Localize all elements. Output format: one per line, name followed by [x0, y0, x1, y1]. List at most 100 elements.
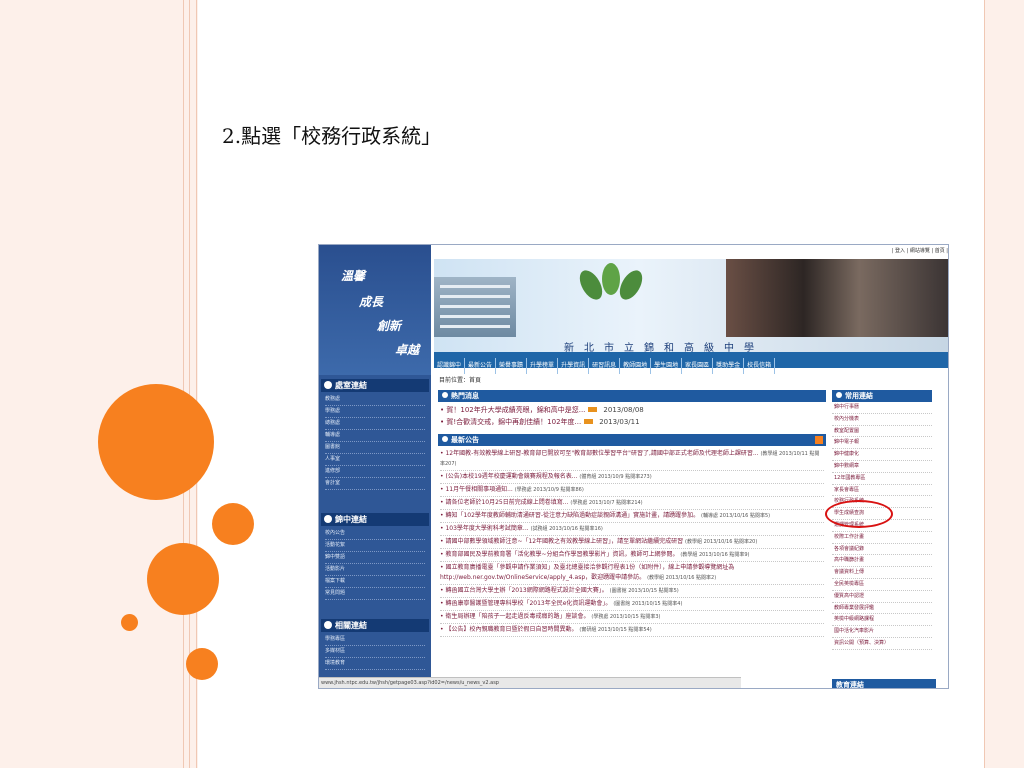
common-link[interactable]: 各項會議紀錄 [832, 544, 932, 556]
common-links-header: 常用連結 [832, 390, 932, 402]
bullet-icon [324, 381, 332, 389]
left-link[interactable]: 活動影片 [325, 564, 425, 576]
new-badge-icon [588, 407, 598, 412]
left-link[interactable]: 錦中雙語 [325, 552, 425, 564]
main-content: 熱門消息 • 賀！102年升大學成績亮眼，錦和高中是您... 2013/08/08… [438, 390, 826, 639]
main-nav: 認識錦中 最新公告 榮譽事蹟 升學榜單 升學資訊 研習訊息 教師園地 學生園地 家長園區 獎助學金… [434, 352, 948, 374]
left-sidebar: 溫馨 成長 創新 卓越 處室連結 教務處 學務處 總務處 輔導處 圖書館 人事室… [319, 245, 431, 688]
common-link[interactable]: 家長會專區 [832, 485, 932, 497]
left-link[interactable]: 總務處 [325, 418, 425, 430]
left-link[interactable]: 教務處 [325, 394, 425, 406]
leaf-logo-icon [602, 263, 620, 295]
top-links[interactable]: | 登入 | 網站導覽 | 首頁 | [759, 247, 948, 257]
hot-news-item[interactable]: • 賀！102年升大學成績亮眼，錦和高中是您... 2013/08/08 [440, 404, 824, 416]
nav-item[interactable]: 認識錦中 [434, 358, 466, 374]
left-link[interactable]: 人事室 [325, 454, 425, 466]
left-section-title: 相關連結 [321, 619, 429, 632]
common-link[interactable]: 高中職篩計畫 [832, 555, 932, 568]
common-link[interactable]: 國中活化汽車影片 [832, 626, 932, 638]
common-link[interactable]: 錦中行事曆 [832, 402, 932, 414]
bullet-icon [324, 621, 332, 629]
news-item[interactable]: • 轉知「102學年度教師輔助清通研習-從注意力缺陷過動症談親師溝通」實施計畫，… [440, 510, 824, 523]
decor-circle [147, 543, 219, 615]
news-item[interactable]: • 轉函康寧醫護暨管理專科學校「2013年全民e化資訊運動會」。 (圖書館 20… [440, 598, 824, 611]
rss-icon[interactable] [815, 436, 823, 444]
nav-item[interactable]: 榮譽事蹟 [496, 358, 528, 374]
common-link[interactable]: 錦中數網章 [832, 461, 932, 473]
nav-item[interactable]: 教師園地 [620, 358, 652, 374]
nav-item[interactable]: 升學資訊 [558, 358, 590, 374]
bullet-icon [836, 392, 842, 398]
common-link[interactable]: 優質高中認證 [832, 591, 932, 603]
hot-news-list: • 賀！102年升大學成績亮眼，錦和高中是您... 2013/08/08 • 賀!… [438, 402, 826, 434]
decor-circle-small [121, 614, 138, 631]
news-item[interactable]: • (公告)本校19週年校慶運動會競賽規程及報名表... (體育組 2013/1… [440, 471, 824, 484]
news-item[interactable]: • 教育部國民及學前教育署「活化教學~分組合作學習教學影片」資訊，教師可上網參閱… [440, 549, 824, 562]
left-link[interactable]: 校內公告 [325, 528, 425, 540]
left-section-title: 處室連結 [321, 379, 429, 392]
slogan-line: 卓越 [395, 343, 420, 357]
left-link[interactable]: 進修部 [325, 466, 425, 478]
common-link[interactable]: 教室配置圖 [832, 426, 932, 438]
news-item[interactable]: • 國立教育廣播電臺「參觀申請作業須知」及臺北總臺接洽參觀行程表1份（如附件），… [440, 562, 824, 585]
news-item[interactable]: • 轉函國立台灣大學主辦「2013網際網路程式設計全國大賽」。 (圖書館 201… [440, 585, 824, 598]
left-section-list: 校內公告 活動花絮 錦中雙語 活動影片 檔案下載 常見問題 [325, 528, 425, 600]
left-section-list: 學務專區 多媒材區 環境教育 [325, 634, 425, 670]
left-link[interactable]: 多媒材區 [325, 646, 425, 658]
news-item[interactable]: • 請各位老師於10月25日前完成線上問卷填寫... (學務處 2013/10/… [440, 497, 824, 510]
left-section-title: 錦中連結 [321, 513, 429, 526]
common-link[interactable]: 校內分機表 [832, 414, 932, 426]
common-link[interactable]: 資訊公開（預算、決算） [832, 638, 932, 650]
left-link[interactable]: 會計室 [325, 478, 425, 490]
left-link[interactable]: 常見問題 [325, 588, 425, 600]
left-link[interactable]: 檔案下載 [325, 576, 425, 588]
breadcrumb: 目前位置：首頁 [439, 377, 482, 384]
common-link[interactable]: 錦中健康化 [832, 449, 932, 461]
common-link[interactable]: 會議資料上傳 [832, 567, 932, 579]
left-link[interactable]: 學務專區 [325, 634, 425, 646]
news-item[interactable]: • 【公告】校內親職教育日暨於假日自習時間異動。 (實研組 2013/10/15… [440, 624, 824, 637]
leaf-logo-icon [615, 266, 647, 304]
common-link[interactable]: 錦中電子報 [832, 437, 932, 450]
nav-item[interactable]: 家長園區 [682, 358, 714, 374]
stripe-divider [183, 0, 184, 768]
decor-circle [212, 503, 254, 545]
news-item[interactable]: • 衛生局辦理「陪孩子一起走過反毒戒癮的路」座談會。 (學務處 2013/10/… [440, 611, 824, 624]
school-name: 新北市立錦和高級中學 [564, 343, 764, 352]
hot-news-item[interactable]: • 賀!合歡清交戒，錦中再創佳績！102年度... 2013/03/11 [440, 416, 824, 428]
site-banner: 新北市立錦和高級中學 [434, 259, 948, 352]
nav-item[interactable]: 學生園地 [651, 358, 683, 374]
left-link[interactable]: 圖書館 [325, 442, 425, 454]
stripe-divider [984, 0, 985, 768]
nav-item[interactable]: 升學榜單 [527, 358, 559, 374]
news-item[interactable]: • 12年國教-有效教學線上研習-教育部已開放可至"教育部數位學習平台"研習了,… [440, 448, 824, 471]
common-link[interactable]: 12年國教專區 [832, 473, 932, 485]
left-link[interactable]: 活動花絮 [325, 540, 425, 552]
decor-circle-large [98, 384, 214, 500]
left-section-list: 教務處 學務處 總務處 輔導處 圖書館 人事室 進修部 會計室 [325, 394, 425, 490]
left-link[interactable]: 環境教育 [325, 658, 425, 670]
new-badge-icon [584, 419, 594, 424]
common-link[interactable]: 全民英檢專區 [832, 579, 932, 591]
status-bar-url: www.jhsh.ntpc.edu.tw/jhsh/getpage03.asp?… [319, 677, 741, 688]
slogan-line: 成長 [359, 295, 384, 309]
news-item[interactable]: • 103學年度大學術科考試簡章... (試務組 2013/10/16 點閱率1… [440, 523, 824, 536]
common-link[interactable]: 英檢中級網路課程 [832, 614, 932, 627]
common-link[interactable]: 校際工作計畫 [832, 532, 932, 544]
slogan-line: 創新 [377, 319, 402, 333]
news-item[interactable]: • 請國中部數學領域教師注意~「12年國教之有效教學線上研習」，請至單網站繼續完… [440, 536, 824, 549]
nav-item[interactable]: 最新公告 [465, 358, 497, 374]
left-link[interactable]: 學務處 [325, 406, 425, 418]
nav-item[interactable]: 研習訊息 [589, 358, 621, 374]
slide-title: 2.點選「校務行政系統」 [222, 124, 442, 148]
nav-item[interactable]: 校長信箱 [744, 358, 776, 374]
bullet-icon [324, 515, 332, 523]
news-item[interactable]: • 11月午餐相關事項通知... (學務處 2013/10/9 點閱率86) [440, 484, 824, 497]
right-stripe [984, 0, 1024, 768]
common-link[interactable]: 教師專業發展評鑑 [832, 603, 932, 615]
left-stripe [0, 0, 198, 768]
hot-news-header: 熱門消息 [438, 390, 826, 402]
highlight-circle [825, 500, 893, 528]
left-link[interactable]: 輔導處 [325, 430, 425, 442]
nav-item[interactable]: 獎助學金 [713, 358, 745, 374]
